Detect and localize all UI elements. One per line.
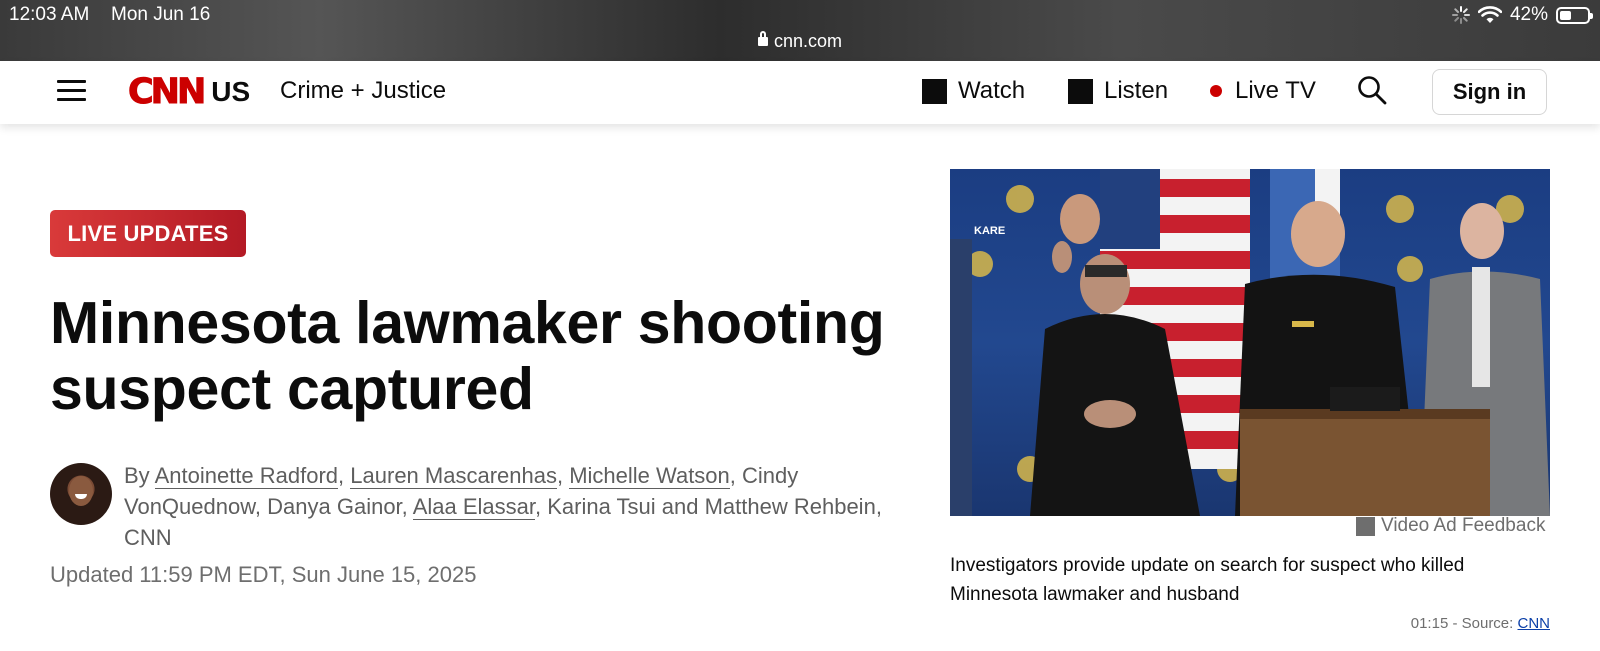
video-player[interactable]: KARE — [950, 169, 1550, 516]
watch-icon — [922, 78, 947, 104]
battery-percent: 42% — [1509, 4, 1548, 25]
live-dot-icon — [1210, 85, 1222, 97]
ad-feedback-label: Video Ad Feedback — [1381, 515, 1546, 536]
status-time: 12:03 AM — [9, 4, 90, 25]
lock-icon — [757, 31, 768, 46]
listen-label: Listen — [1104, 77, 1169, 104]
edition-label: US — [211, 76, 251, 107]
video-ad-feedback[interactable]: Video Ad Feedback — [1356, 515, 1545, 537]
listen-icon — [1068, 78, 1093, 104]
address-bar[interactable]: cnn.com — [0, 31, 1600, 52]
author-link[interactable]: Michelle Watson — [569, 463, 730, 489]
listen-link[interactable]: Listen — [1068, 77, 1168, 105]
video-caption: Investigators provide update on search f… — [950, 555, 1465, 605]
battery-fill — [1560, 10, 1571, 20]
cnn-logo[interactable]: CNN US — [127, 72, 251, 112]
url-text: cnn.com — [773, 31, 843, 51]
video-duration: 01:15 — [1410, 615, 1449, 632]
author-link[interactable]: Antoinette Radford — [154, 463, 339, 489]
author-link[interactable]: Lauren Mascarenhas — [350, 463, 557, 489]
menu-icon[interactable] — [57, 80, 86, 102]
author-name: Matthew Rehbein — [704, 494, 876, 519]
source-link[interactable]: CNN — [1518, 615, 1551, 632]
video-source: 01:15 - Source: CNN — [1410, 615, 1551, 632]
byline-prefix: By — [124, 463, 155, 488]
watch-link[interactable]: Watch — [922, 77, 1025, 105]
watch-label: Watch — [958, 77, 1026, 104]
section-title[interactable]: Crime + Justice — [280, 77, 446, 105]
status-bar: 12:03 AM Mon Jun 16 cnn.com 42% — [0, 0, 1600, 61]
feedback-icon — [1356, 516, 1375, 536]
video-thumbnail: KARE — [950, 169, 1550, 516]
site-header: CNN US Crime + Justice Watch Listen Live… — [0, 61, 1600, 124]
author-avatar[interactable] — [50, 463, 112, 525]
updated-timestamp: Updated 11:59 PM EDT, Sun June 15, 2025 — [50, 562, 477, 587]
watermark-text: KARE — [974, 225, 1005, 237]
live-tv-label: Live TV — [1235, 77, 1316, 104]
status-icons: 42% — [1451, 4, 1593, 26]
author-link[interactable]: Alaa Elassar — [412, 494, 535, 520]
cnn-logo-mark: CNN — [127, 72, 206, 112]
search-icon[interactable] — [1357, 75, 1387, 105]
wifi-icon — [1477, 6, 1502, 23]
sign-in-button[interactable]: Sign in — [1432, 69, 1547, 115]
activity-spinner-icon — [1451, 6, 1470, 24]
battery-icon — [1556, 6, 1593, 24]
live-updates-badge: LIVE UPDATES — [50, 210, 246, 257]
status-date: Mon Jun 16 — [111, 4, 211, 25]
live-tv-link[interactable]: Live TV — [1210, 77, 1316, 105]
byline: By Antoinette Radford, Lauren Mascarenha… — [124, 463, 882, 550]
author-name: Karina Tsui — [547, 494, 656, 519]
article-headline: Minnesota lawmaker shooting suspect capt… — [50, 290, 885, 422]
author-name: Danya Gainor — [267, 494, 402, 519]
